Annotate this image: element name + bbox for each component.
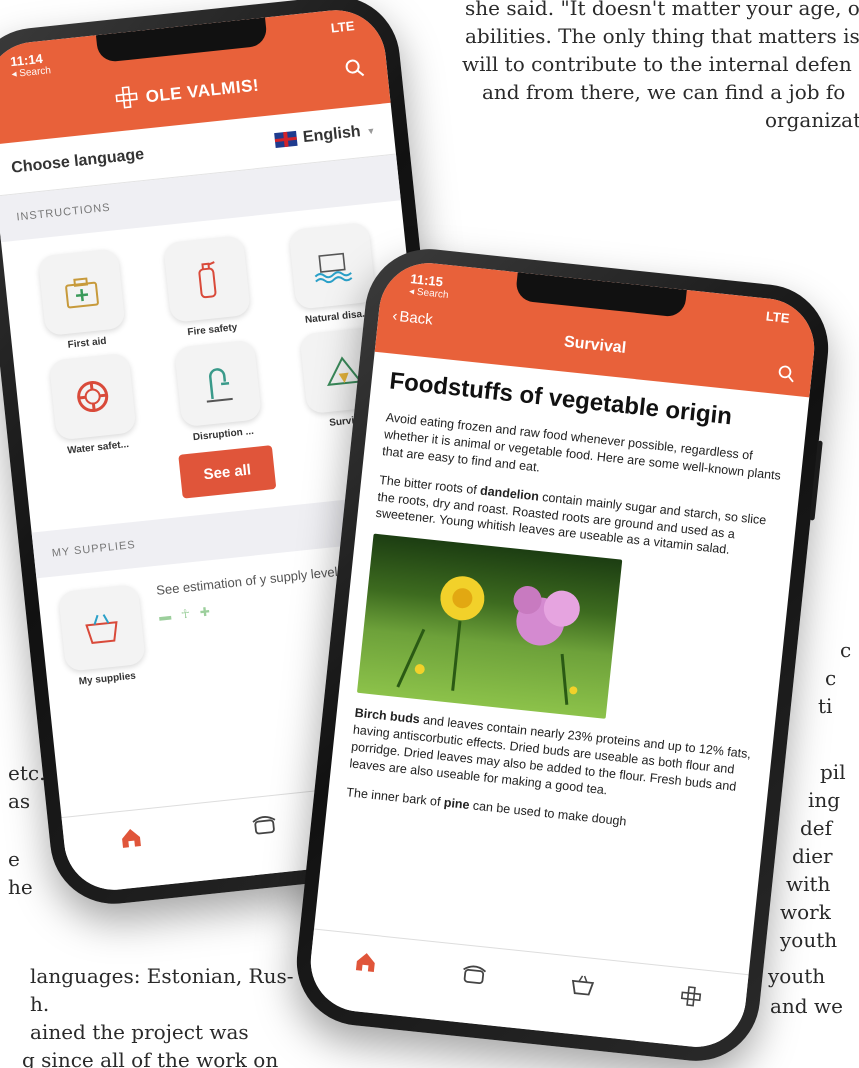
magazine-line: youth bbox=[768, 964, 826, 988]
magazine-line: organizatio bbox=[765, 108, 859, 132]
tab-home-icon[interactable] bbox=[351, 948, 380, 977]
magazine-line: c bbox=[840, 638, 852, 662]
runner-icon: ☥ bbox=[180, 606, 191, 622]
paragraph-text: The inner bark of bbox=[345, 784, 445, 810]
magazine-line: g since all of the work on bbox=[22, 1048, 279, 1068]
lifebuoy-icon bbox=[48, 352, 137, 441]
back-button[interactable]: ‹ Back bbox=[392, 307, 434, 328]
highlight-term: pine bbox=[443, 795, 471, 812]
magazine-line: e bbox=[8, 847, 20, 871]
basket-icon bbox=[57, 583, 146, 672]
language-value: English bbox=[302, 122, 362, 146]
magazine-line: with bbox=[786, 872, 831, 896]
search-icon[interactable] bbox=[776, 364, 796, 389]
phone2-screen: 11:15 LTE ◂ Search ‹ Back Survival Foods… bbox=[305, 258, 820, 1052]
magazine-line: work bbox=[780, 900, 831, 924]
tile-water-safety[interactable]: Water safet... bbox=[34, 351, 154, 459]
language-select[interactable]: English ▼ bbox=[274, 121, 376, 149]
power-button bbox=[809, 440, 823, 521]
magazine-line: c bbox=[825, 666, 837, 690]
tile-label: Natural disa... bbox=[304, 308, 371, 326]
chevron-down-icon: ▼ bbox=[365, 125, 376, 136]
article-body: Foodstuffs of vegetable origin Avoid eat… bbox=[325, 352, 809, 871]
dandelion-photo bbox=[356, 533, 623, 720]
first-aid-icon bbox=[37, 248, 126, 337]
search-icon[interactable] bbox=[344, 57, 367, 84]
magazine-line: and we bbox=[770, 994, 843, 1018]
magazine-line: he bbox=[8, 875, 33, 899]
tab-bar bbox=[305, 928, 749, 1052]
health-cross-icon: ✚ bbox=[199, 604, 211, 620]
magazine-line: languages: Estonian, Rus- bbox=[30, 964, 294, 988]
magazine-line: etc. bbox=[8, 761, 46, 785]
magazine-line: dier bbox=[792, 844, 833, 868]
tile-label: First aid bbox=[67, 335, 108, 351]
magazine-line: abilities. The only thing that matters i… bbox=[465, 24, 859, 48]
tab-home-icon[interactable] bbox=[117, 824, 146, 853]
magazine-line: will to contribute to the internal defen bbox=[462, 52, 852, 76]
tab-settings-icon[interactable] bbox=[677, 982, 706, 1011]
phone-article-screen: 11:15 LTE ◂ Search ‹ Back Survival Foods… bbox=[290, 242, 835, 1068]
choose-language-label: Choose language bbox=[10, 145, 145, 177]
magazine-line: and from there, we can find a job fo bbox=[482, 80, 846, 104]
see-all-button[interactable]: See all bbox=[178, 445, 277, 499]
paragraph-text: can be used to make dough bbox=[468, 797, 628, 829]
magazine-line: she said. "It doesn't matter your age, o… bbox=[465, 0, 859, 20]
app-logo-icon bbox=[115, 85, 140, 114]
tile-label: Disruption ... bbox=[192, 425, 255, 444]
magazine-line: pil bbox=[820, 760, 846, 784]
chevron-left-icon: ‹ bbox=[391, 307, 399, 325]
app-title: OLE VALMIS! bbox=[144, 75, 260, 107]
tile-my-supplies[interactable]: My supplies bbox=[57, 583, 148, 689]
natural-disaster-icon bbox=[288, 221, 377, 310]
battery-icon: ▬ bbox=[158, 608, 172, 624]
uk-flag-icon bbox=[274, 130, 298, 149]
tab-phone-icon[interactable] bbox=[250, 810, 279, 839]
magazine-line: def bbox=[800, 816, 833, 840]
tile-label: My supplies bbox=[78, 670, 137, 688]
screen-title: Survival bbox=[563, 333, 627, 357]
tile-disruption[interactable]: Disruption ... bbox=[159, 338, 279, 446]
faucet-icon bbox=[174, 339, 262, 428]
tab-phone-icon[interactable] bbox=[460, 959, 489, 988]
fire-extinguisher-icon bbox=[163, 234, 251, 323]
magazine-line: as bbox=[8, 789, 31, 813]
tile-label: Water safet... bbox=[66, 439, 130, 457]
magazine-line: ing bbox=[808, 788, 841, 812]
tile-first-aid[interactable]: First aid bbox=[23, 247, 143, 355]
magazine-line: youth bbox=[780, 928, 838, 952]
magazine-line: ti bbox=[818, 694, 833, 718]
tile-label: Fire safety bbox=[186, 322, 238, 339]
magazine-line: h. bbox=[30, 992, 50, 1016]
tab-basket-icon[interactable] bbox=[568, 971, 597, 1000]
magazine-line: ained the project was bbox=[30, 1020, 249, 1044]
tile-fire-safety[interactable]: Fire safety bbox=[148, 233, 268, 341]
back-label: Back bbox=[398, 308, 434, 329]
